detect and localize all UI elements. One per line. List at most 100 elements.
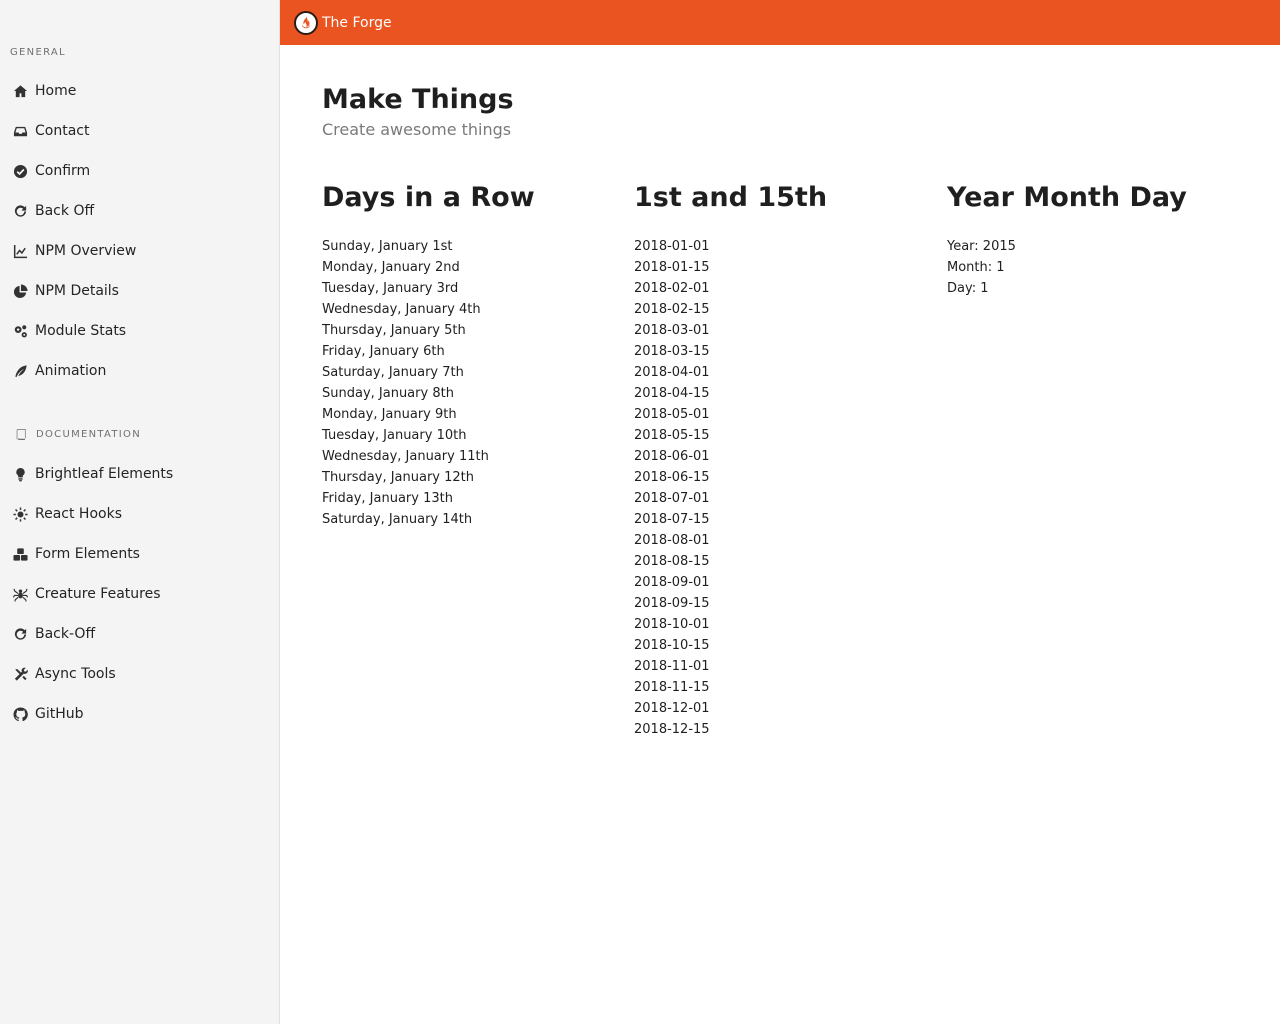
sidebar-item-brightleaf-elements[interactable]: Brightleaf Elements	[0, 454, 279, 494]
dates-list: 2018-01-01 2018-01-15 2018-02-01 2018-02-15…	[634, 236, 710, 740]
sidebar-item-back-off[interactable]: Back-Off	[0, 614, 279, 654]
sidebar-item-label: Form Elements	[35, 546, 140, 562]
date-list-item: 2018-04-15	[634, 386, 710, 401]
book-icon	[16, 429, 26, 440]
date-list-item: 2018-02-15	[634, 302, 710, 317]
general-nav: Home Contact Confirm Back Off NPM Overview NP…	[0, 71, 279, 391]
page-subtitle: Create awesome things	[322, 120, 512, 139]
day-list-item: Friday, January 6th	[322, 344, 445, 359]
docs-nav: Brightleaf Elements React Hooks Form Eleme…	[0, 454, 279, 734]
days-in-a-row-heading: Days in a Row	[322, 182, 535, 213]
lightbulb-icon	[13, 466, 29, 482]
sidebar-item-label: Creature Features	[35, 586, 161, 602]
date-list-item: 2018-06-01	[634, 449, 710, 464]
day-list-item: Monday, January 9th	[322, 407, 457, 422]
date-list-item: 2018-09-15	[634, 596, 710, 611]
day-list-item: Wednesday, January 4th	[322, 302, 481, 317]
fire-logo-icon	[294, 10, 318, 35]
date-list-item: 2018-03-01	[634, 323, 710, 338]
sidebar-item-label: Back Off	[35, 203, 95, 219]
sidebar-item-label: NPM Overview	[35, 243, 137, 259]
sidebar-item-npm-details[interactable]: NPM Details	[0, 271, 279, 311]
sidebar-item-label: NPM Details	[35, 283, 119, 299]
sidebar-item-form-elements[interactable]: Form Elements	[0, 534, 279, 574]
date-list-item: 2018-02-01	[634, 281, 710, 296]
ymd-list-item: Day: 1	[947, 281, 989, 296]
sidebar-item-animation[interactable]: Animation	[0, 351, 279, 391]
date-list-item: 2018-01-15	[634, 260, 710, 275]
sidebar-item-label: Module Stats	[35, 323, 127, 339]
date-list-item: 2018-05-15	[634, 428, 710, 443]
cubes-icon	[13, 546, 29, 562]
sidebar-item-label: Animation	[35, 363, 107, 379]
sidebar-item-label: Back-Off	[35, 626, 96, 642]
day-list-item: Sunday, January 1st	[322, 239, 453, 254]
redo-icon	[13, 203, 29, 219]
date-list-item: 2018-07-01	[634, 491, 710, 506]
spider-icon	[13, 586, 29, 602]
sidebar-item-module-stats[interactable]: Module Stats	[0, 311, 279, 351]
sidebar-item-github[interactable]: GitHub	[0, 694, 279, 734]
date-list-item: 2018-06-15	[634, 470, 710, 485]
page-title: Make Things	[322, 84, 514, 115]
redo-icon	[13, 626, 29, 642]
day-list-item: Friday, January 13th	[322, 491, 453, 506]
sidebar-item-label: GitHub	[35, 706, 84, 722]
sidebar-item-label: Async Tools	[35, 666, 116, 682]
sidebar-item-label: Confirm	[35, 163, 91, 179]
first-and-fifteenth-heading: 1st and 15th	[634, 182, 828, 213]
brand-link[interactable]: The Forge	[294, 10, 392, 35]
line-chart-icon	[13, 243, 29, 259]
ymd-list: Year: 2015 Month: 1 Day: 1	[947, 236, 1016, 299]
first-and-fifteenth-section: 1st and 15th 2018-01-01 2018-01-15 2018-02…	[634, 182, 934, 737]
sun-icon	[13, 506, 29, 522]
sidebar-item-async-tools[interactable]: Async Tools	[0, 654, 279, 694]
pie-chart-icon	[13, 283, 29, 299]
sidebar-item-react-hooks[interactable]: React Hooks	[0, 494, 279, 534]
day-list-item: Wednesday, January 11th	[322, 449, 489, 464]
sidebar-item-label: React Hooks	[35, 506, 122, 522]
date-list-item: 2018-07-15	[634, 512, 710, 527]
brand-title: The Forge	[322, 14, 392, 31]
year-month-day-heading: Year Month Day	[947, 182, 1187, 213]
section-label-documentation-text: DOCUMENTATION	[36, 429, 142, 440]
date-list-item: 2018-09-01	[634, 575, 710, 590]
github-icon	[13, 706, 29, 722]
date-list-item: 2018-11-15	[634, 680, 710, 695]
date-list-item: 2018-10-15	[634, 638, 710, 653]
sidebar-item-home[interactable]: Home	[0, 71, 279, 111]
sidebar-item-label: Home	[35, 83, 77, 99]
day-list-item: Thursday, January 12th	[322, 470, 475, 485]
day-list-item: Tuesday, January 10th	[322, 428, 467, 443]
date-list-item: 2018-04-01	[634, 365, 710, 380]
sidebar-item-confirm[interactable]: Confirm	[0, 151, 279, 191]
date-list-item: 2018-10-01	[634, 617, 710, 632]
tools-icon	[13, 666, 29, 682]
sidebar-item-creature-features[interactable]: Creature Features	[0, 574, 279, 614]
sidebar: GENERAL Home Contact Confirm Back Off NPM Ov…	[0, 0, 280, 1024]
date-list-item: 2018-01-01	[634, 239, 710, 254]
day-list-item: Monday, January 2nd	[322, 260, 460, 275]
date-list-item: 2018-05-01	[634, 407, 710, 422]
ymd-list-item: Year: 2015	[947, 239, 1016, 254]
day-list-item: Sunday, January 8th	[322, 386, 454, 401]
inbox-icon	[13, 123, 29, 139]
date-list-item: 2018-08-15	[634, 554, 710, 569]
check-circle-icon	[13, 163, 29, 179]
date-list-item: 2018-08-01	[634, 533, 710, 548]
top-bar: The Forge	[280, 0, 1280, 45]
day-list-item: Saturday, January 14th	[322, 512, 473, 527]
ymd-list-item: Month: 1	[947, 260, 1005, 275]
sidebar-item-back-off[interactable]: Back Off	[0, 191, 279, 231]
sidebar-item-contact[interactable]: Contact	[0, 111, 279, 151]
section-label-documentation: DOCUMENTATION	[16, 429, 141, 440]
sidebar-item-label: Contact	[35, 123, 90, 139]
date-list-item: 2018-12-01	[634, 701, 710, 716]
day-list-item: Saturday, January 7th	[322, 365, 464, 380]
sidebar-item-label: Brightleaf Elements	[35, 466, 174, 482]
sidebar-item-npm-overview[interactable]: NPM Overview	[0, 231, 279, 271]
date-list-item: 2018-12-15	[634, 722, 710, 737]
feather-icon	[13, 363, 29, 379]
section-label-general: GENERAL	[10, 47, 66, 58]
days-in-a-row-section: Days in a Row Sunday, January 1st Monday,…	[322, 182, 622, 527]
